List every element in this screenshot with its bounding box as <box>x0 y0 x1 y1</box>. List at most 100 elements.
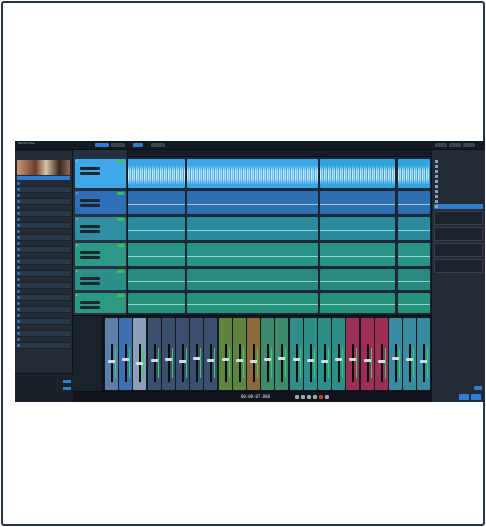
track-control[interactable] <box>80 256 100 259</box>
track-header[interactable]: 6 <box>75 293 126 313</box>
play-icon[interactable] <box>313 395 317 399</box>
rewind-icon[interactable] <box>295 395 299 399</box>
track-control[interactable] <box>80 204 100 207</box>
file-icon <box>17 308 20 311</box>
track-header[interactable]: 3 <box>75 217 126 240</box>
track-header[interactable]: 4 <box>75 243 126 266</box>
track-state-badge[interactable] <box>117 192 124 195</box>
track-state-badge[interactable] <box>117 294 124 297</box>
track-state-badge[interactable] <box>117 160 124 163</box>
folder-icon <box>435 205 438 208</box>
file-icon <box>17 326 20 329</box>
arrange-view[interactable] <box>128 150 431 315</box>
track-header[interactable]: 1 <box>75 159 126 188</box>
record-icon[interactable] <box>319 395 323 399</box>
instrument-clip[interactable] <box>187 269 318 290</box>
fast-forward-icon[interactable] <box>301 395 305 399</box>
track-control[interactable] <box>80 251 100 254</box>
timeline-ruler[interactable] <box>128 150 431 157</box>
level-meter <box>413 348 415 378</box>
inspector-button[interactable] <box>474 386 482 390</box>
toolbar-button-3[interactable] <box>133 143 143 147</box>
instrument-clip[interactable] <box>187 217 318 240</box>
track-state-badge[interactable] <box>117 244 124 247</box>
track-control[interactable] <box>80 199 100 202</box>
track-control[interactable] <box>80 230 100 233</box>
track-control[interactable] <box>80 167 100 170</box>
file-icon <box>17 314 20 317</box>
instrument-clip[interactable] <box>128 191 185 214</box>
browser-selection[interactable] <box>17 176 70 180</box>
track-header[interactable]: 5 <box>75 269 126 290</box>
level-meter <box>228 348 230 378</box>
track-control[interactable] <box>80 306 100 309</box>
audio-clip[interactable] <box>128 159 185 188</box>
fader-track <box>309 344 312 382</box>
artist-photo <box>17 160 70 175</box>
mixer-console <box>73 315 431 392</box>
waveform <box>187 164 318 185</box>
fader-track <box>324 344 326 382</box>
instrument-clip[interactable] <box>187 293 318 313</box>
track-number: 5 <box>76 270 78 273</box>
instrument-clip[interactable] <box>187 243 318 266</box>
toolbar-button-1[interactable] <box>95 143 109 147</box>
file-icon <box>17 206 20 209</box>
track-control[interactable] <box>80 172 100 175</box>
instrument-clip[interactable] <box>320 269 396 290</box>
instrument-clip[interactable] <box>128 293 185 313</box>
instrument-clip[interactable] <box>320 293 396 313</box>
level-meter <box>356 348 358 378</box>
fader-track <box>196 344 199 382</box>
track-control[interactable] <box>80 225 100 228</box>
instrument-clip[interactable] <box>397 293 430 313</box>
instrument-clip[interactable] <box>187 191 318 214</box>
instrument-clip[interactable] <box>320 217 396 240</box>
instrument-clip[interactable] <box>397 269 430 290</box>
instrument-clip[interactable] <box>128 243 185 266</box>
status-button-1[interactable] <box>459 394 469 400</box>
fader-track <box>182 344 184 382</box>
fader-track <box>352 344 355 382</box>
toolbar-button-4[interactable] <box>151 143 165 147</box>
view-button-3[interactable] <box>463 143 475 147</box>
level-meter <box>328 348 329 378</box>
track-header[interactable]: 2 <box>75 191 126 214</box>
fader-track <box>409 344 412 382</box>
audio-clip[interactable] <box>187 159 318 188</box>
instrument-clip[interactable] <box>128 217 185 240</box>
info-button-1[interactable] <box>63 380 71 383</box>
instrument-clip[interactable] <box>397 243 430 266</box>
file-icon <box>17 224 20 227</box>
toolbar-button-2[interactable] <box>111 143 125 147</box>
status-button-2[interactable] <box>471 394 481 400</box>
file-icon <box>17 272 20 275</box>
fader-track <box>281 344 284 382</box>
view-button-2[interactable] <box>449 143 461 147</box>
level-meter <box>115 348 116 378</box>
top-toolbar: Studio One <box>15 141 485 150</box>
instrument-clip[interactable] <box>397 217 430 240</box>
browser-item[interactable] <box>17 343 70 349</box>
audio-clip[interactable] <box>320 159 396 188</box>
instrument-clip[interactable] <box>320 243 396 266</box>
inspector-item[interactable] <box>434 204 483 209</box>
mixer-left-panel <box>73 316 103 392</box>
info-button-2[interactable] <box>63 387 71 390</box>
instrument-clip[interactable] <box>128 269 185 290</box>
stop-icon[interactable] <box>307 395 311 399</box>
view-button-1[interactable] <box>435 143 447 147</box>
audio-clip[interactable] <box>397 159 430 188</box>
fader-track <box>210 344 213 382</box>
instrument-clip[interactable] <box>397 191 430 214</box>
level-meter <box>214 348 216 378</box>
instrument-clip[interactable] <box>320 191 396 214</box>
track-state-badge[interactable] <box>117 218 124 221</box>
file-icon <box>17 338 20 341</box>
folder-icon <box>435 190 438 193</box>
track-control[interactable] <box>80 282 100 285</box>
loop-icon[interactable] <box>325 395 329 399</box>
track-control[interactable] <box>80 301 100 304</box>
track-control[interactable] <box>80 277 100 280</box>
track-state-badge[interactable] <box>117 270 124 273</box>
